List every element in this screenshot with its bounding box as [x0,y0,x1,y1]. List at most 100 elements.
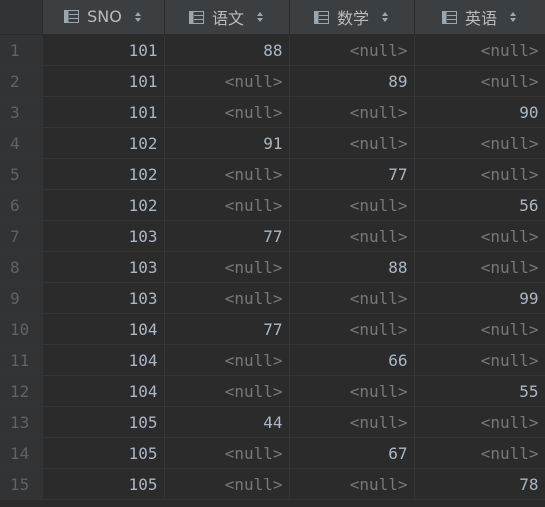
cell-yingyu[interactable]: <null> [414,158,545,190]
row-number: 7 [0,220,43,252]
cell-yuwen[interactable]: 44 [164,406,290,438]
row-number: 15 [0,468,43,500]
cell-yuwen[interactable]: <null> [164,158,290,190]
cell-yingyu[interactable]: <null> [414,65,545,97]
row-number: 3 [0,96,43,128]
cell-shuxue[interactable]: 67 [289,437,415,469]
column-header-label: 数学 [336,9,369,28]
cell-yuwen[interactable]: <null> [164,96,290,128]
table-row[interactable]: 1 101 88 <null> <null> [0,34,545,66]
column-header-yuwen[interactable]: 语文 [164,0,290,35]
column-header-yingyu[interactable]: 英语 [414,0,545,35]
row-number: 9 [0,282,43,314]
cell-shuxue[interactable]: <null> [289,34,415,66]
cell-yuwen[interactable]: 77 [164,313,290,345]
cell-yuwen[interactable]: <null> [164,375,290,407]
cell-yuwen[interactable]: <null> [164,344,290,376]
table-row[interactable]: 13 105 44 <null> <null> [0,406,545,438]
cell-sno[interactable]: 102 [42,158,165,190]
cell-sno[interactable]: 101 [42,65,165,97]
sort-arrows-icon[interactable] [256,11,264,23]
column-header-sno[interactable]: SNO [42,0,165,35]
column-header-shuxue[interactable]: 数学 [289,0,415,35]
row-number: 1 [0,34,43,66]
cell-sno[interactable]: 104 [42,313,165,345]
cell-shuxue[interactable]: <null> [289,220,415,252]
cell-sno[interactable]: 101 [42,34,165,66]
cell-shuxue[interactable]: <null> [289,96,415,128]
table-row[interactable]: 7 103 77 <null> <null> [0,220,545,252]
table-row[interactable]: 11 104 <null> 66 <null> [0,344,545,376]
column-header-label: 英语 [464,9,497,28]
cell-sno[interactable]: 103 [42,251,165,283]
cell-sno[interactable]: 104 [42,344,165,376]
cell-yingyu[interactable]: <null> [414,313,545,345]
row-number: 12 [0,375,43,407]
row-number-header [0,0,43,35]
cell-yingyu[interactable]: <null> [414,251,545,283]
cell-yuwen[interactable]: 91 [164,127,290,159]
cell-shuxue[interactable]: <null> [289,375,415,407]
cell-yuwen[interactable]: <null> [164,251,290,283]
table-row[interactable]: 4 102 91 <null> <null> [0,127,545,159]
cell-yingyu[interactable]: <null> [414,34,545,66]
cell-yingyu[interactable]: 90 [414,96,545,128]
cell-yingyu[interactable]: <null> [414,127,545,159]
cell-sno[interactable]: 105 [42,468,165,500]
cell-sno[interactable]: 104 [42,375,165,407]
table-row[interactable]: 15 105 <null> <null> 78 [0,468,545,500]
cell-yingyu[interactable]: 55 [414,375,545,407]
cell-yingyu[interactable]: 99 [414,282,545,314]
cell-yingyu[interactable]: 78 [414,468,545,500]
cell-shuxue[interactable]: <null> [289,468,415,500]
table-row[interactable]: 2 101 <null> 89 <null> [0,65,545,97]
cell-sno[interactable]: 102 [42,127,165,159]
column-header-label: SNO [87,7,122,26]
column-header-label: 语文 [211,9,244,28]
cell-yuwen[interactable]: <null> [164,189,290,221]
table-row[interactable]: 8 103 <null> 88 <null> [0,251,545,283]
table-row[interactable]: 12 104 <null> <null> 55 [0,375,545,407]
cell-shuxue[interactable]: <null> [289,189,415,221]
cell-yingyu[interactable]: <null> [414,437,545,469]
table-row[interactable]: 9 103 <null> <null> 99 [0,282,545,314]
row-number: 13 [0,406,43,438]
table-row[interactable]: 5 102 <null> 77 <null> [0,158,545,190]
table-row[interactable]: 3 101 <null> <null> 90 [0,96,545,128]
cell-yuwen[interactable]: <null> [164,282,290,314]
cell-shuxue[interactable]: <null> [289,406,415,438]
header-row: SNO 语文 数学 英语 [0,0,545,35]
cell-shuxue[interactable]: 88 [289,251,415,283]
cell-sno[interactable]: 103 [42,220,165,252]
table-body: 1 101 88 <null> <null> 2 101 <null> 89 <… [0,34,545,500]
cell-yingyu[interactable]: <null> [414,344,545,376]
cell-sno[interactable]: 105 [42,437,165,469]
row-number: 6 [0,189,43,221]
cell-yuwen[interactable]: 88 [164,34,290,66]
cell-yuwen[interactable]: <null> [164,437,290,469]
cell-sno[interactable]: 105 [42,406,165,438]
sort-arrows-icon[interactable] [381,11,389,23]
cell-shuxue[interactable]: <null> [289,127,415,159]
cell-shuxue[interactable]: 89 [289,65,415,97]
cell-yuwen[interactable]: 77 [164,220,290,252]
cell-yingyu[interactable]: 56 [414,189,545,221]
cell-yingyu[interactable]: <null> [414,406,545,438]
result-grid: SNO 语文 数学 英语 1 101 88 <null> <null> 2 10… [0,0,545,507]
cell-yuwen[interactable]: <null> [164,468,290,500]
table-row[interactable]: 10 104 77 <null> <null> [0,313,545,345]
table-row[interactable]: 14 105 <null> 67 <null> [0,437,545,469]
cell-sno[interactable]: 102 [42,189,165,221]
cell-sno[interactable]: 103 [42,282,165,314]
cell-yingyu[interactable]: <null> [414,220,545,252]
table-column-icon [188,10,204,24]
cell-sno[interactable]: 101 [42,96,165,128]
cell-shuxue[interactable]: 66 [289,344,415,376]
cell-shuxue[interactable]: 77 [289,158,415,190]
cell-shuxue[interactable]: <null> [289,282,415,314]
cell-yuwen[interactable]: <null> [164,65,290,97]
table-row[interactable]: 6 102 <null> <null> 56 [0,189,545,221]
sort-arrows-icon[interactable] [134,11,142,23]
cell-shuxue[interactable]: <null> [289,313,415,345]
sort-arrows-icon[interactable] [509,11,517,23]
